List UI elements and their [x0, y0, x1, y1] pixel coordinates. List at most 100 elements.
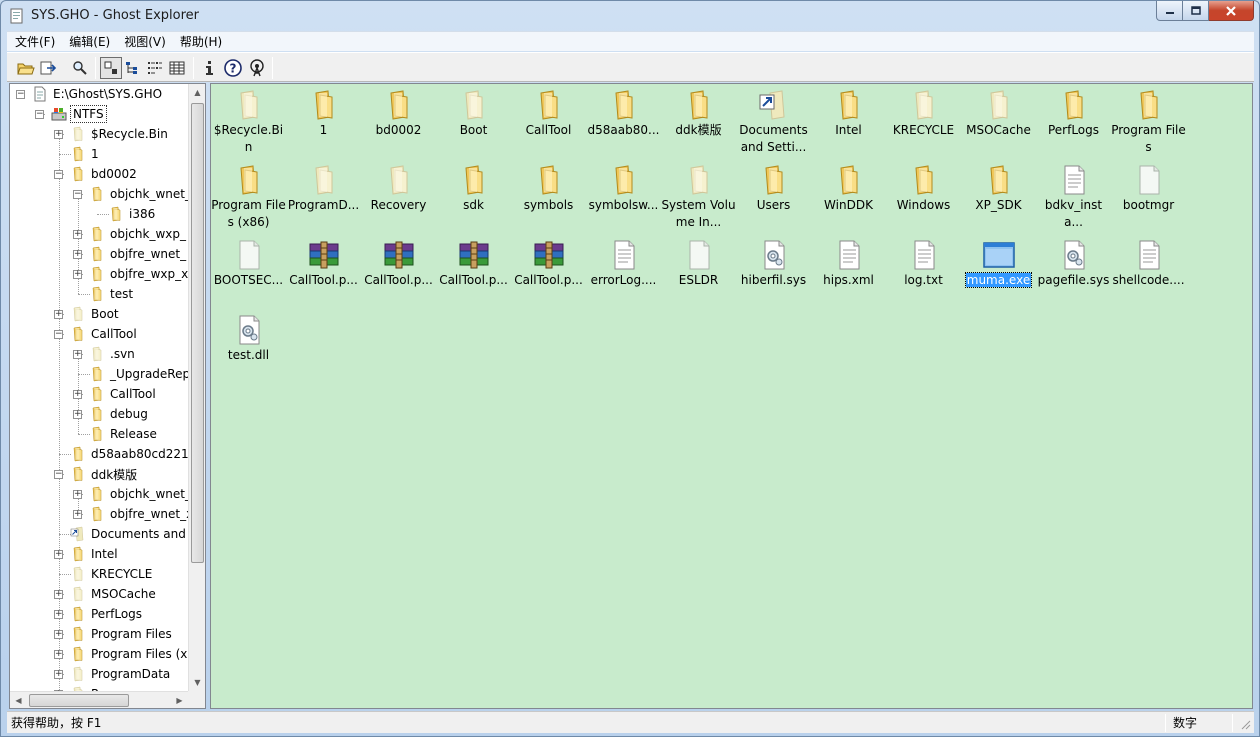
tree-expander-icon[interactable]: +	[54, 130, 63, 139]
tree-expander-icon[interactable]: −	[73, 190, 82, 199]
file-item[interactable]: hiberfil.sys	[736, 235, 811, 307]
find-button[interactable]	[69, 57, 91, 79]
tree-item[interactable]: ddk模版	[70, 464, 139, 484]
file-item[interactable]: $Recycle.Bin	[211, 85, 286, 157]
tree-expander-icon[interactable]: −	[54, 330, 63, 339]
tree-item[interactable]: CallTool	[70, 324, 139, 344]
tree-vertical-scrollbar[interactable]: ▲ ▼	[188, 84, 205, 691]
tree-expander-icon[interactable]: +	[54, 650, 63, 659]
help-button[interactable]: ?	[222, 57, 244, 79]
file-item[interactable]: CallTool.p...	[436, 235, 511, 307]
tree-expander-icon[interactable]: −	[16, 90, 25, 99]
file-item[interactable]: XP_SDK	[961, 160, 1036, 232]
tree-expander-icon[interactable]: −	[54, 170, 63, 179]
file-item[interactable]: pagefile.sys	[1036, 235, 1111, 307]
maximize-button[interactable]	[1183, 1, 1209, 21]
connect-button[interactable]	[246, 57, 268, 79]
small-icons-view-button[interactable]	[122, 57, 144, 79]
tree-item[interactable]: 1	[70, 144, 101, 164]
file-item[interactable]: Program Files (x86)	[211, 160, 286, 232]
menu-edit[interactable]: 编辑(E)	[61, 32, 116, 52]
file-item[interactable]: hips.xml	[811, 235, 886, 307]
file-item[interactable]: 1	[286, 85, 361, 157]
details-view-button[interactable]	[166, 57, 188, 79]
tree-item[interactable]: Release	[89, 424, 159, 444]
close-button[interactable]	[1209, 1, 1254, 21]
extract-button[interactable]	[37, 57, 59, 79]
tree-expander-icon[interactable]: +	[54, 630, 63, 639]
tree-item[interactable]: Intel	[70, 544, 120, 564]
tree-expander-icon[interactable]: +	[73, 350, 82, 359]
tree-item[interactable]: ProgramData	[70, 664, 172, 684]
file-item[interactable]: test.dll	[211, 310, 286, 382]
file-item[interactable]: Documents and Setti...	[736, 85, 811, 157]
tree-item[interactable]: objfre_wnet_x	[89, 504, 188, 524]
file-item[interactable]: symbolsw...	[586, 160, 661, 232]
tree-expander-icon[interactable]: −	[54, 470, 63, 479]
file-item[interactable]: ESLDR	[661, 235, 736, 307]
file-item[interactable]: d58aab80...	[586, 85, 661, 157]
tree-item[interactable]: _UpgradeRep	[89, 364, 188, 384]
tree-expander-icon[interactable]: +	[73, 390, 82, 399]
hscroll-thumb[interactable]	[29, 694, 129, 707]
menu-help[interactable]: 帮助(H)	[172, 32, 228, 52]
tree-item[interactable]: MSOCache	[70, 584, 158, 604]
scroll-right-icon[interactable]: ▶	[171, 692, 188, 708]
file-list-view[interactable]: $Recycle.Bin 1 bd0002 Boot CallTool d58a…	[210, 83, 1253, 709]
tree-item[interactable]: .svn	[89, 344, 137, 364]
file-item[interactable]: ProgramD...	[286, 160, 361, 232]
file-item[interactable]: Users	[736, 160, 811, 232]
folder-tree[interactable]: − E:\Ghost\SYS.GHO − NTFS + $Recycle.Bin…	[9, 83, 206, 709]
tree-item[interactable]: test	[89, 284, 135, 304]
file-item[interactable]: CallTool	[511, 85, 586, 157]
minimize-button[interactable]	[1156, 1, 1183, 21]
file-item[interactable]: Program Files	[1111, 85, 1186, 157]
file-item[interactable]: CallTool.p...	[361, 235, 436, 307]
scroll-thumb[interactable]	[191, 103, 204, 563]
file-item[interactable]: Intel	[811, 85, 886, 157]
file-item[interactable]: sdk	[436, 160, 511, 232]
file-item[interactable]: PerfLogs	[1036, 85, 1111, 157]
file-item[interactable]: bootmgr	[1111, 160, 1186, 232]
tree-item[interactable]: objfre_wnet_	[89, 244, 188, 264]
tree-item[interactable]: objfre_wxp_x	[89, 264, 188, 284]
tree-expander-icon[interactable]: +	[73, 270, 82, 279]
tree-item[interactable]: objchk_wnet_	[89, 484, 188, 504]
resize-grip-icon[interactable]	[1239, 718, 1251, 730]
tree-item[interactable]: debug	[89, 404, 150, 424]
file-item[interactable]: Boot	[436, 85, 511, 157]
tree-item[interactable]: CallTool	[89, 384, 158, 404]
file-item[interactable]: muma.exe	[961, 235, 1036, 307]
tree-expander-icon[interactable]: +	[54, 310, 63, 319]
tree-item[interactable]: Boot	[70, 304, 121, 324]
tree-expander-icon[interactable]: +	[73, 230, 82, 239]
large-icons-view-button[interactable]	[100, 57, 122, 79]
tree-expander-icon[interactable]: +	[73, 250, 82, 259]
menu-view[interactable]: 视图(V)	[116, 32, 172, 52]
tree-expander-icon[interactable]: −	[35, 110, 44, 119]
tree-expander-icon[interactable]: +	[54, 590, 63, 599]
scroll-down-icon[interactable]: ▼	[189, 674, 205, 691]
menu-file[interactable]: 文件(F)	[7, 32, 61, 52]
tree-item[interactable]: Program Files	[70, 624, 174, 644]
file-item[interactable]: System Volume In...	[661, 160, 736, 232]
file-item[interactable]: WinDDK	[811, 160, 886, 232]
file-item[interactable]: shellcode....	[1111, 235, 1186, 307]
tree-item[interactable]: objchk_wnet_	[89, 184, 188, 204]
list-view-button[interactable]	[144, 57, 166, 79]
tree-expander-icon[interactable]: +	[73, 410, 82, 419]
file-item[interactable]: log.txt	[886, 235, 961, 307]
file-item[interactable]: errorLog....	[586, 235, 661, 307]
tree-item[interactable]: i386	[108, 204, 157, 224]
tree-item[interactable]: objchk_wxp_	[89, 224, 188, 244]
tree-expander-icon[interactable]: +	[73, 510, 82, 519]
file-item[interactable]: Recovery	[361, 160, 436, 232]
file-item[interactable]: ddk模版	[661, 85, 736, 157]
tree-item[interactable]: NTFS	[51, 104, 107, 124]
tree-expander-icon[interactable]: +	[54, 610, 63, 619]
file-item[interactable]: KRECYCLE	[886, 85, 961, 157]
title-bar[interactable]: SYS.GHO - Ghost Explorer	[1, 1, 1259, 31]
tree-horizontal-scrollbar[interactable]: ◀ ▶	[10, 691, 188, 708]
tree-item[interactable]: bd0002	[70, 164, 139, 184]
file-item[interactable]: bdkv_insta...	[1036, 160, 1111, 232]
